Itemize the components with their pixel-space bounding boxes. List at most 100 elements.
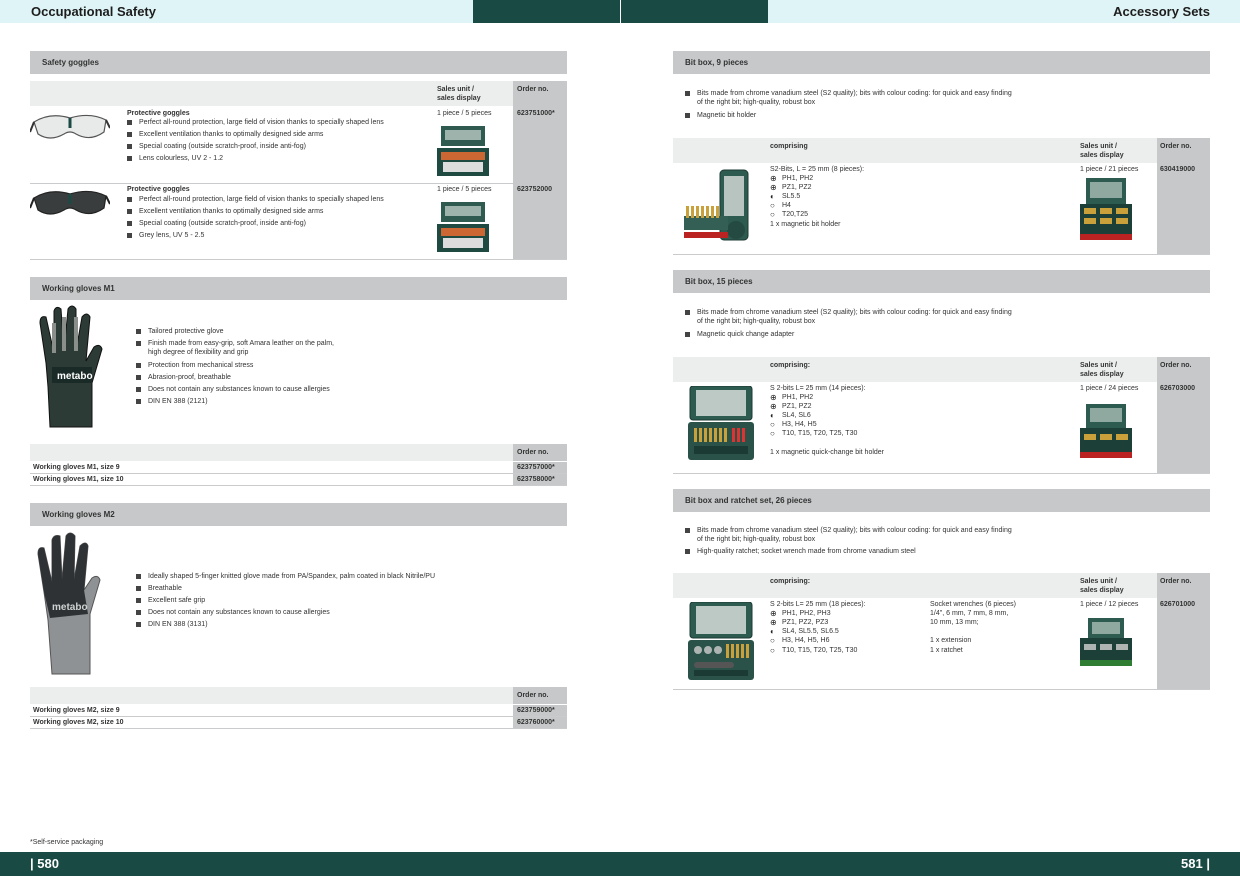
order-number: 626703000 [1160,385,1196,392]
right-page-title: Accessory Sets [1113,4,1210,19]
bullet-item: DIN EN 388 (3131) [136,620,208,630]
glove-m2-image: metabo [37,532,101,675]
col-sales-display: sales display [1080,371,1124,378]
bullet-item: High-quality ratchet; socket wrench made… [685,547,916,557]
col-comprising: comprising: [770,362,811,369]
bullet-item: Protection from mechanical stress [136,361,253,371]
section-header-bit-box-15: Bit box, 15 pieces [673,270,1210,293]
bullet-item: Abrasion-proof, breathable [136,373,231,383]
table-header [30,687,567,704]
order-column [1157,357,1210,473]
content-line: T10, T15, T20, T25, T30 [782,647,858,654]
col-comprising: comprising: [770,578,811,585]
glove-m1-image: metabo [39,305,103,428]
top-bar [0,0,1240,23]
col-order-no: Order no. [517,692,549,699]
product-name: Protective goggles [127,186,190,193]
sales-unit-value: 1 piece / 5 pieces [437,110,492,117]
section-header-gloves-m1: Working gloves M1 [30,277,567,300]
table-header [673,357,1210,382]
bullet-item: Grey lens, UV 5 - 2.5 [127,231,204,241]
sockets-ratchet: 1 x ratchet [930,647,963,654]
bullet-item: Magnetic quick change adapter [685,330,794,340]
glove-logo: metabo [57,371,93,382]
bullet-item: DIN EN 388 (2121) [136,397,208,407]
order-column [1157,138,1210,254]
torx-icon: ○ [770,429,775,438]
col-sales-display: sales display [1080,587,1124,594]
table-header [30,81,567,106]
order-number: 623752000 [517,186,553,193]
bullet-continuation: of the right bit; high-quality, robust b… [697,318,816,325]
section-header-safety-goggles: Safety goggles [30,51,567,74]
content-line: H3, H4, H5, H6 [782,637,830,644]
bullet-item: Perfect all-round protection, large fiel… [127,118,384,128]
sales-unit-value: 1 piece / 24 pieces [1080,385,1139,392]
bullet-item: Lens colourless, UV 2 - 1.2 [127,154,223,164]
hex-icon: ○ [770,636,775,645]
bullet-item: Breathable [136,584,182,594]
col-order-no: Order no. [517,449,549,456]
bit-box-9-image [684,169,749,241]
col-order-no: Order no. [1160,578,1192,585]
order-number: 630419000 [1160,166,1196,173]
sales-unit-value: 1 piece / 21 pieces [1080,166,1139,173]
order-number: 623759000* [517,707,555,714]
sales-display-image [1080,178,1132,240]
bullet-continuation: of the right bit; high-quality, robust b… [697,536,816,543]
sales-display-box-image [437,202,489,252]
bullet-item: Excellent safe grip [136,596,205,606]
table-row-name: Working gloves M1, size 10 [33,476,124,483]
order-number: 623751000* [517,110,555,117]
clear-goggles-image [30,114,110,139]
bullet-continuation: of the right bit; high-quality, robust b… [697,99,816,106]
table-row-name: Working gloves M2, size 9 [33,707,120,714]
section-header-gloves-m2: Working gloves M2 [30,503,567,526]
table-header [673,573,1210,598]
sales-unit-value: 1 piece / 12 pieces [1080,601,1139,608]
table-row-name: Working gloves M1, size 9 [33,464,120,471]
glove-logo: metabo [52,602,88,613]
left-page-title: Occupational Safety [31,4,156,19]
col-order-no: Order no. [1160,362,1192,369]
col-comprising: comprising [770,143,808,150]
bullet-item: Special coating (outside scratch-proof, … [127,142,306,152]
table-header [673,138,1210,163]
bullet-item: Tailored protective glove [136,327,224,337]
col-order-no: Order no. [517,86,549,93]
bullet-item: Excellent ventilation thanks to optimall… [127,130,323,140]
bullet-item: Ideally shaped 5-finger knitted glove ma… [136,572,435,582]
left-page-number: | 580 [30,856,59,871]
bullet-item: Special coating (outside scratch-proof, … [127,219,306,229]
order-number: 623760000* [517,719,555,726]
sales-display-box-image [437,126,489,176]
col-sales-display: sales display [1080,152,1124,159]
bit-box-15-image [688,386,754,460]
bottom-bar [0,852,1240,876]
table-row-name: Working gloves M2, size 10 [33,719,124,726]
bullet-item: Excellent ventilation thanks to optimall… [127,207,323,217]
footnote: *Self-service packaging [30,839,104,846]
order-column [513,81,567,260]
order-number: 623757000* [517,464,555,471]
bullet-item: Magnetic bit holder [685,111,756,121]
sales-display-image [1080,618,1132,666]
order-number: 623758000* [517,476,555,483]
order-column [1157,573,1210,689]
content-extra: 1 x magnetic bit holder [770,221,841,228]
content-line: T10, T15, T20, T25, T30 [782,430,858,437]
bullet-item: Does not contain any substances known to… [136,385,330,395]
grey-goggles-image [30,190,110,215]
bullet-continuation: high degree of flexibility and grip [148,349,249,356]
col-sales-display: sales display [437,95,481,102]
content-line: T20,T25 [782,211,809,218]
bullet-item: Perfect all-round protection, large fiel… [127,195,384,205]
col-order-no: Order no. [1160,143,1192,150]
table-header [30,444,567,461]
torx-icon: ○ [770,646,775,655]
section-header-bit-box-9: Bit box, 9 pieces [673,51,1210,74]
section-header-ratchet-set: Bit box and ratchet set, 26 pieces [673,489,1210,512]
content-extra: 1 x magnetic quick-change bit holder [770,449,885,456]
torx-icon: ○ [770,210,775,219]
sockets-sizes: 10 mm, 13 mm; [930,619,979,626]
